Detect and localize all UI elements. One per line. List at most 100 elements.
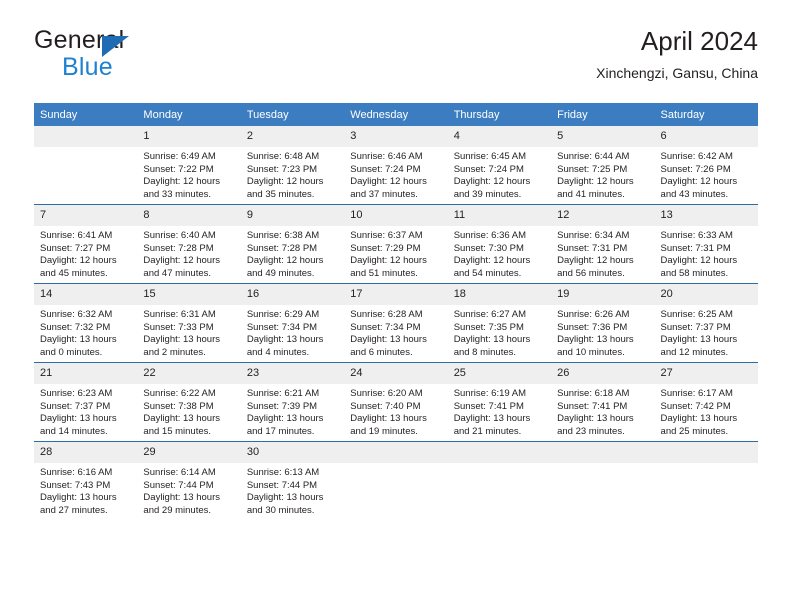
sunrise-text: Sunrise: 6:17 AM [660, 388, 733, 399]
sunset-text: Sunset: 7:42 PM [660, 400, 731, 412]
daylight-text-line1: Daylight: 13 hours [40, 413, 117, 425]
day-details: Sunrise: 6:36 AM Sunset: 7:30 PM Daylight:… [448, 226, 551, 280]
calendar-day-cell[interactable]: 27 Sunrise: 6:17 AM Sunset: 7:42 PM Dayligh… [654, 362, 758, 442]
daylight-text-line2: and 0 minutes. [40, 346, 103, 358]
calendar-page: General Blue April 2024 Xinchengzi, Gans… [0, 0, 792, 612]
daylight-text-line2: and 10 minutes. [557, 346, 625, 358]
calendar-day-cell[interactable]: 8 Sunrise: 6:40 AM Sunset: 7:28 PM Daylight… [137, 204, 241, 284]
general-blue-logo[interactable]: General Blue [34, 26, 264, 88]
daylight-text-line2: and 17 minutes. [246, 425, 315, 437]
day-number: 10 [344, 205, 448, 226]
calendar-day-cell[interactable]: 5 Sunrise: 6:44 AM Sunset: 7:25 PM Daylight… [551, 126, 655, 205]
calendar-day-cell[interactable]: 22 Sunrise: 6:22 AM Sunset: 7:38 PM Dayligh… [137, 362, 241, 442]
calendar-day-cell[interactable]: 15 Sunrise: 6:31 AM Sunset: 7:33 PM Dayligh… [137, 283, 241, 363]
calendar-day-cell[interactable]: 7 Sunrise: 6:41 AM Sunset: 7:27 PM Daylight… [34, 204, 138, 284]
day-details: Sunrise: 6:18 AM Sunset: 7:41 PM Daylight:… [551, 384, 654, 438]
day-details: Sunrise: 6:49 AM Sunset: 7:22 PM Daylight:… [137, 147, 240, 201]
daylight-text-line1: Daylight: 13 hours [453, 334, 531, 346]
daylight-text-line1: Daylight: 13 hours [40, 334, 117, 346]
calendar-day-cell[interactable]: 6 Sunrise: 6:42 AM Sunset: 7:26 PM Daylight… [654, 126, 758, 205]
calendar-day-cell[interactable]: 25 Sunrise: 6:19 AM Sunset: 7:41 PM Dayligh… [447, 362, 552, 442]
calendar-day-cell[interactable]: 29 Sunrise: 6:14 AM Sunset: 7:44 PM Dayligh… [137, 441, 241, 520]
calendar-day-cell[interactable]: 28 Sunrise: 6:16 AM Sunset: 7:43 PM Dayligh… [34, 441, 138, 520]
sunrise-text: Sunrise: 6:29 AM [246, 309, 320, 320]
calendar-day-cell[interactable]: 16 Sunrise: 6:29 AM Sunset: 7:34 PM Dayligh… [240, 283, 345, 363]
day-number: 26 [551, 363, 655, 384]
daylight-text-line2: and 30 minutes. [246, 504, 315, 516]
sunrise-text: Sunrise: 6:37 AM [350, 230, 423, 241]
sunset-text: Sunset: 7:40 PM [350, 400, 421, 412]
calendar-day-cell[interactable]: 23 Sunrise: 6:21 AM Sunset: 7:39 PM Dayligh… [240, 362, 345, 442]
day-number [551, 442, 655, 463]
sunrise-text: Sunrise: 6:40 AM [143, 230, 216, 241]
daylight-text-line1: Daylight: 12 hours [350, 255, 427, 267]
sunset-text: Sunset: 7:36 PM [557, 321, 628, 333]
calendar-day-cell[interactable]: 18 Sunrise: 6:27 AM Sunset: 7:35 PM Dayligh… [447, 283, 552, 363]
sunrise-text: Sunrise: 6:33 AM [660, 230, 733, 241]
calendar-day-cell[interactable]: 10 Sunrise: 6:37 AM Sunset: 7:29 PM Dayligh… [344, 204, 448, 284]
calendar-week-row: 14 Sunrise: 6:32 AM Sunset: 7:32 PM Dayligh… [34, 283, 758, 363]
sunrise-text: Sunrise: 6:49 AM [143, 151, 216, 162]
sunset-text: Sunset: 7:25 PM [557, 163, 628, 175]
daylight-text-line1: Daylight: 12 hours [246, 176, 324, 188]
daylight-text-line1: Daylight: 12 hours [453, 255, 531, 267]
calendar-day-cell[interactable]: 26 Sunrise: 6:18 AM Sunset: 7:41 PM Dayligh… [551, 362, 655, 442]
day-number: 17 [344, 284, 448, 305]
sunset-text: Sunset: 7:39 PM [246, 400, 318, 412]
calendar-day-cell[interactable]: 12 Sunrise: 6:34 AM Sunset: 7:31 PM Dayligh… [551, 204, 655, 284]
daylight-text-line2: and 49 minutes. [246, 267, 315, 279]
weekday-header-saturday: Saturday [654, 103, 758, 126]
day-details: Sunrise: 6:16 AM Sunset: 7:43 PM Daylight:… [34, 463, 137, 517]
day-details: Sunrise: 6:13 AM Sunset: 7:44 PM Daylight:… [241, 463, 344, 517]
sunset-text: Sunset: 7:37 PM [660, 321, 731, 333]
calendar-day-cell[interactable]: 14 Sunrise: 6:32 AM Sunset: 7:32 PM Dayligh… [34, 283, 138, 363]
daylight-text-line1: Daylight: 13 hours [557, 334, 634, 346]
day-details: Sunrise: 6:21 AM Sunset: 7:39 PM Daylight:… [241, 384, 344, 438]
sunset-text: Sunset: 7:35 PM [453, 321, 524, 333]
day-number: 12 [551, 205, 655, 226]
calendar-day-cell[interactable]: 30 Sunrise: 6:13 AM Sunset: 7:44 PM Dayligh… [240, 441, 345, 520]
calendar-cell-empty [654, 441, 758, 520]
sunset-text: Sunset: 7:32 PM [40, 321, 111, 333]
day-number: 11 [447, 205, 552, 226]
day-number: 2 [240, 126, 345, 147]
day-details: Sunrise: 6:40 AM Sunset: 7:28 PM Daylight:… [137, 226, 240, 280]
calendar-day-cell[interactable]: 2 Sunrise: 6:48 AM Sunset: 7:23 PM Daylight… [240, 126, 345, 205]
day-details: Sunrise: 6:34 AM Sunset: 7:31 PM Daylight:… [551, 226, 654, 280]
calendar-table: Sunday Monday Tuesday Wednesday Thursday… [34, 103, 758, 520]
daylight-text-line1: Daylight: 13 hours [246, 334, 324, 346]
sunset-text: Sunset: 7:34 PM [246, 321, 318, 333]
calendar-day-cell[interactable]: 20 Sunrise: 6:25 AM Sunset: 7:37 PM Dayligh… [654, 283, 758, 363]
daylight-text-line2: and 4 minutes. [246, 346, 310, 358]
daylight-text-line2: and 21 minutes. [453, 425, 522, 437]
day-number: 5 [551, 126, 655, 147]
daylight-text-line1: Daylight: 13 hours [557, 413, 634, 425]
calendar-day-cell[interactable]: 4 Sunrise: 6:45 AM Sunset: 7:24 PM Daylight… [447, 126, 552, 205]
calendar-day-cell[interactable]: 11 Sunrise: 6:36 AM Sunset: 7:30 PM Dayligh… [447, 204, 552, 284]
daylight-text-line1: Daylight: 13 hours [350, 413, 427, 425]
daylight-text-line2: and 33 minutes. [143, 188, 212, 200]
calendar-day-cell[interactable]: 3 Sunrise: 6:46 AM Sunset: 7:24 PM Daylight… [344, 126, 448, 205]
calendar-day-cell[interactable]: 13 Sunrise: 6:33 AM Sunset: 7:31 PM Dayligh… [654, 204, 758, 284]
calendar-day-cell[interactable]: 9 Sunrise: 6:38 AM Sunset: 7:28 PM Daylight… [240, 204, 345, 284]
sunset-text: Sunset: 7:29 PM [350, 242, 421, 254]
day-details: Sunrise: 6:22 AM Sunset: 7:38 PM Daylight:… [137, 384, 240, 438]
calendar-day-cell[interactable]: 24 Sunrise: 6:20 AM Sunset: 7:40 PM Dayligh… [344, 362, 448, 442]
calendar-day-cell[interactable]: 19 Sunrise: 6:26 AM Sunset: 7:36 PM Dayligh… [551, 283, 655, 363]
sunset-text: Sunset: 7:33 PM [143, 321, 214, 333]
sunrise-text: Sunrise: 6:26 AM [557, 309, 630, 320]
calendar-day-cell[interactable]: 17 Sunrise: 6:28 AM Sunset: 7:34 PM Dayligh… [344, 283, 448, 363]
calendar-day-cell[interactable]: 1 Sunrise: 6:49 AM Sunset: 7:22 PM Daylight… [137, 126, 241, 205]
day-number: 9 [240, 205, 345, 226]
day-details: Sunrise: 6:27 AM Sunset: 7:35 PM Daylight:… [448, 305, 551, 359]
daylight-text-line2: and 54 minutes. [453, 267, 522, 279]
calendar-day-cell[interactable]: 21 Sunrise: 6:23 AM Sunset: 7:37 PM Dayligh… [34, 362, 138, 442]
weekday-header-monday: Monday [137, 103, 241, 126]
day-details: Sunrise: 6:25 AM Sunset: 7:37 PM Daylight:… [655, 305, 758, 359]
sunrise-text: Sunrise: 6:18 AM [557, 388, 630, 399]
day-number: 30 [240, 442, 345, 463]
sunset-text: Sunset: 7:41 PM [557, 400, 628, 412]
sunset-text: Sunset: 7:43 PM [40, 479, 111, 491]
sunset-text: Sunset: 7:31 PM [660, 242, 731, 254]
daylight-text-line1: Daylight: 13 hours [350, 334, 427, 346]
